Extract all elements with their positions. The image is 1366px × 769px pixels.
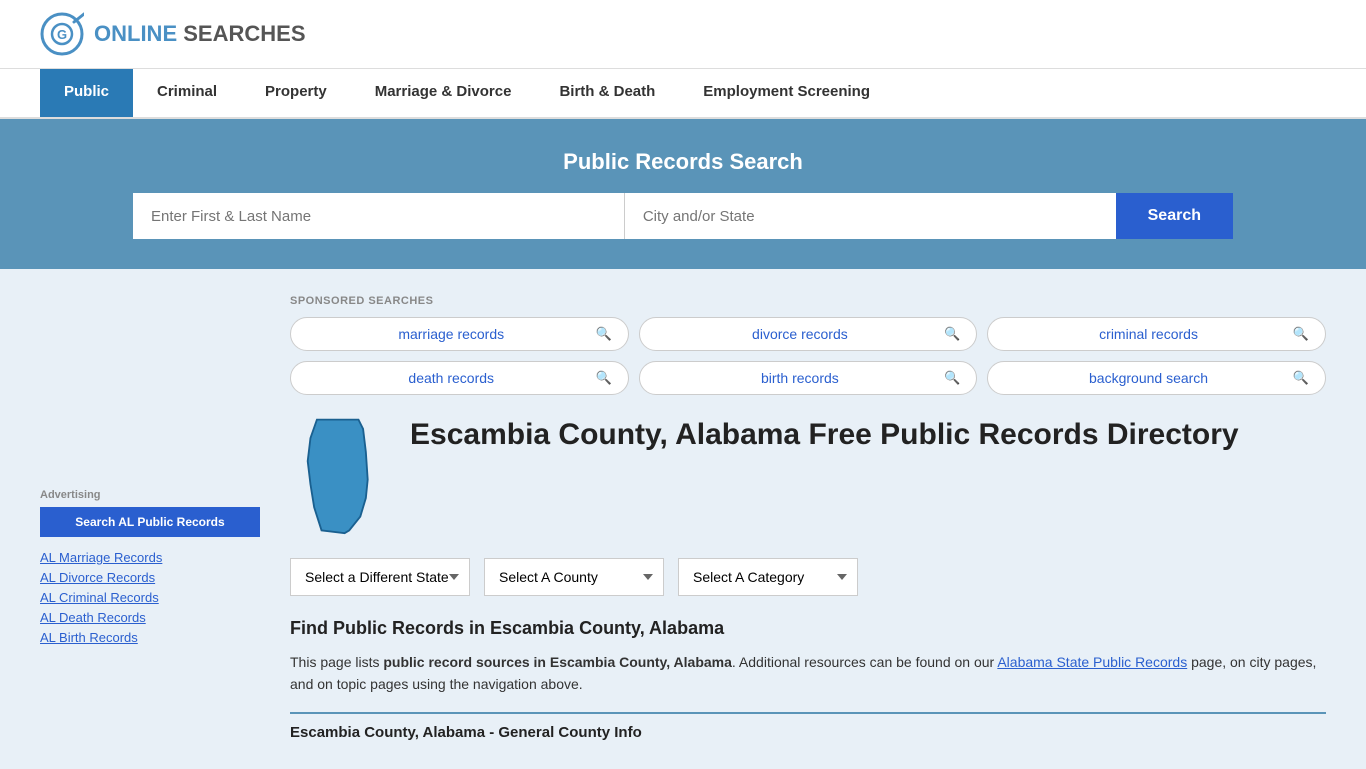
state-records-link[interactable]: Alabama State Public Records [997, 654, 1187, 670]
site-header: G ONLINE SEARCHES [0, 0, 1366, 69]
county-title: Escambia County, Alabama Free Public Rec… [410, 415, 1239, 454]
nav-marriage-divorce[interactable]: Marriage & Divorce [351, 69, 536, 117]
dropdowns: Select a Different State Select A County… [290, 558, 1326, 596]
logo-text: ONLINE SEARCHES [94, 21, 306, 47]
sidebar-link-divorce[interactable]: AL Divorce Records [40, 570, 155, 585]
search-form: Search [133, 193, 1233, 239]
county-dropdown[interactable]: Select A County [484, 558, 664, 596]
sidebar-link-marriage[interactable]: AL Marriage Records [40, 550, 162, 565]
state-map [290, 415, 390, 538]
tag-criminal[interactable]: criminal records 🔍 [987, 317, 1326, 351]
tag-divorce[interactable]: divorce records 🔍 [639, 317, 978, 351]
logo[interactable]: G ONLINE SEARCHES [40, 12, 306, 56]
sidebar-ad-button[interactable]: Search AL Public Records [40, 507, 260, 537]
sidebar-link-death[interactable]: AL Death Records [40, 610, 146, 625]
nav-property[interactable]: Property [241, 69, 351, 117]
find-description: This page lists public record sources in… [290, 651, 1326, 696]
search-tag-icon-1: 🔍 [944, 326, 960, 342]
state-dropdown[interactable]: Select a Different State [290, 558, 470, 596]
sidebar: Advertising Search AL Public Records AL … [40, 269, 260, 769]
sidebar-ad-label: Advertising [40, 489, 260, 501]
tag-background[interactable]: background search 🔍 [987, 361, 1326, 395]
section-divider [290, 712, 1326, 714]
tag-birth[interactable]: birth records 🔍 [639, 361, 978, 395]
tag-marriage[interactable]: marriage records 🔍 [290, 317, 629, 351]
sidebar-link-criminal[interactable]: AL Criminal Records [40, 590, 159, 605]
section-subtitle: Escambia County, Alabama - General Count… [290, 724, 1326, 741]
search-banner: Public Records Search Search [0, 119, 1366, 269]
county-section: Escambia County, Alabama Free Public Rec… [290, 415, 1326, 538]
main-wrapper: Advertising Search AL Public Records AL … [0, 269, 1366, 769]
search-tags: marriage records 🔍 divorce records 🔍 cri… [290, 317, 1326, 395]
nav-public[interactable]: Public [40, 69, 133, 117]
category-dropdown[interactable]: Select A Category [678, 558, 858, 596]
logo-icon: G [40, 12, 84, 56]
find-title: Find Public Records in Escambia County, … [290, 618, 1326, 639]
nav-birth-death[interactable]: Birth & Death [535, 69, 679, 117]
nav-employment[interactable]: Employment Screening [679, 69, 894, 117]
sidebar-link-birth[interactable]: AL Birth Records [40, 630, 138, 645]
main-nav: Public Criminal Property Marriage & Divo… [0, 69, 1366, 119]
sidebar-links: AL Marriage Records AL Divorce Records A… [40, 549, 260, 645]
search-tag-icon-2: 🔍 [1293, 326, 1309, 342]
nav-criminal[interactable]: Criminal [133, 69, 241, 117]
search-banner-title: Public Records Search [40, 149, 1326, 175]
tag-death[interactable]: death records 🔍 [290, 361, 629, 395]
sponsored-label: SPONSORED SEARCHES [290, 295, 1326, 307]
search-tag-icon-4: 🔍 [944, 370, 960, 386]
search-tag-icon-3: 🔍 [595, 370, 611, 386]
name-input[interactable] [133, 193, 625, 239]
svg-text:G: G [57, 27, 67, 42]
search-button[interactable]: Search [1116, 193, 1233, 239]
content-area: SPONSORED SEARCHES marriage records 🔍 di… [260, 269, 1326, 769]
search-tag-icon-0: 🔍 [595, 326, 611, 342]
search-tag-icon-5: 🔍 [1293, 370, 1309, 386]
location-input[interactable] [625, 193, 1116, 239]
